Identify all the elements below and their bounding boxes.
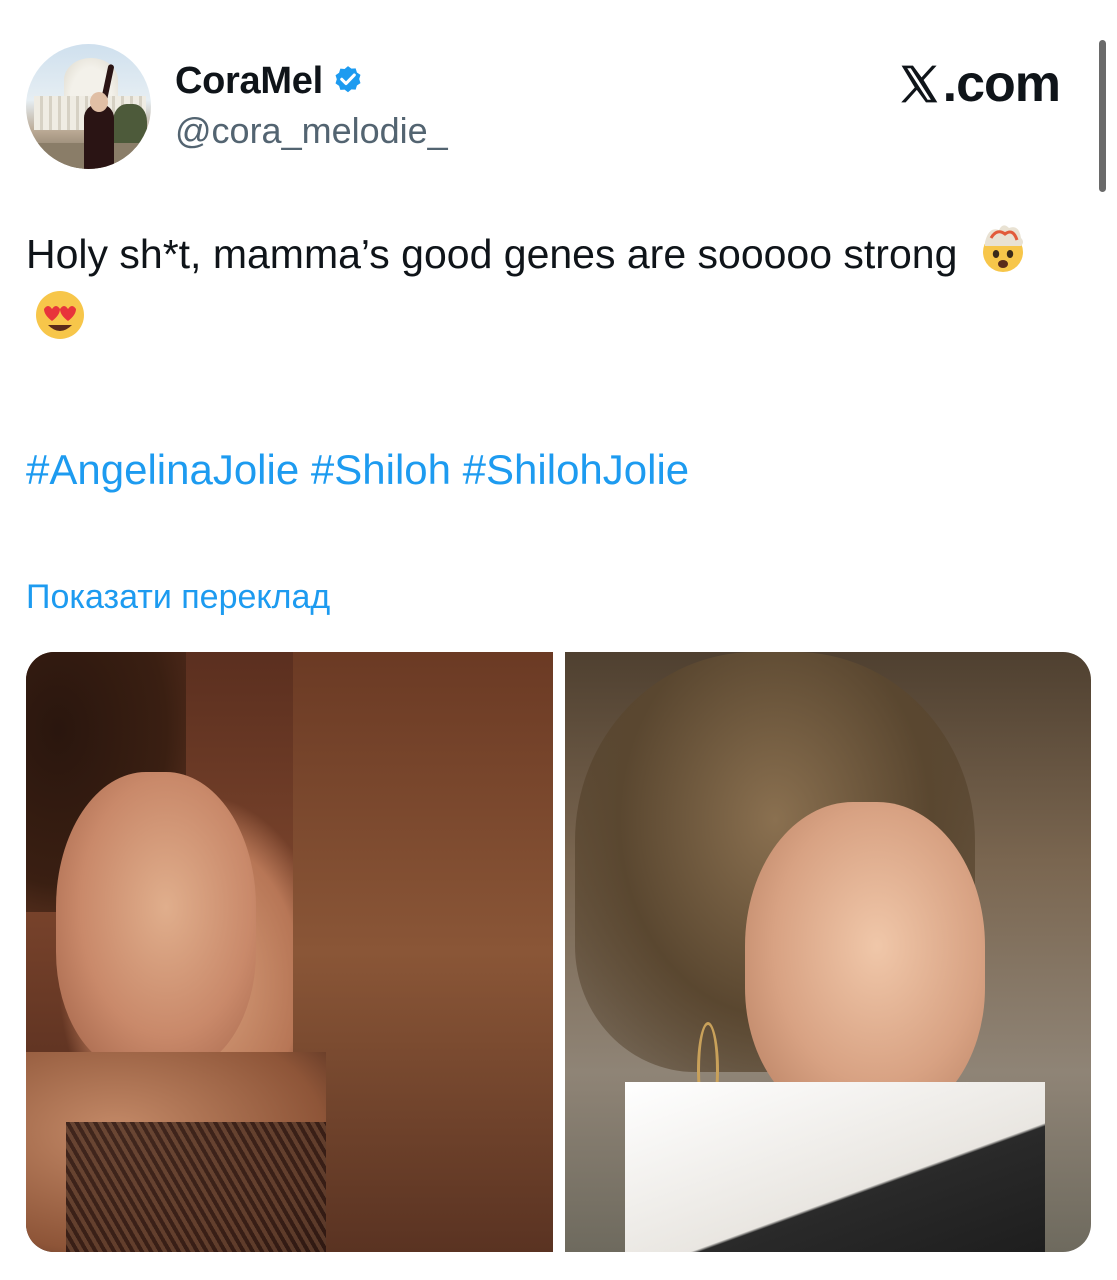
x-com-label: .com [942, 55, 1061, 113]
hashtag-list: #AngelinaJolie #Shiloh #ShilohJolie [26, 440, 689, 500]
tweet-media-grid [26, 652, 1091, 1252]
media-photo-left[interactable] [26, 652, 553, 1252]
hashtag-link-shiloh[interactable]: #Shiloh [311, 446, 451, 493]
author-display-name[interactable]: CoraMel [175, 60, 323, 103]
scrollbar[interactable] [1099, 40, 1106, 192]
tweet-body: Holy sh*t, mamma’s good genes are sooooo… [26, 231, 958, 277]
tweet-text: Holy sh*t, mamma’s good genes are sooooo… [26, 220, 1066, 354]
exploding-head-emoji-icon [982, 225, 1023, 272]
hashtag-link-angelinajolie[interactable]: #AngelinaJolie [26, 446, 299, 493]
verified-badge-icon [335, 66, 361, 93]
media-photo-right[interactable] [564, 652, 1091, 1252]
x-com-brand: .com [897, 54, 1061, 114]
show-translation-link[interactable]: Показати переклад [26, 578, 330, 617]
author-name-row: CoraMel [175, 58, 365, 104]
author-avatar[interactable] [26, 44, 151, 169]
hashtag-link-shilohjolie[interactable]: #ShilohJolie [463, 446, 690, 493]
author-handle[interactable]: @cora_melodie_ [175, 110, 448, 152]
heart-eyes-emoji-icon [36, 291, 84, 339]
x-logo-icon [900, 65, 937, 103]
